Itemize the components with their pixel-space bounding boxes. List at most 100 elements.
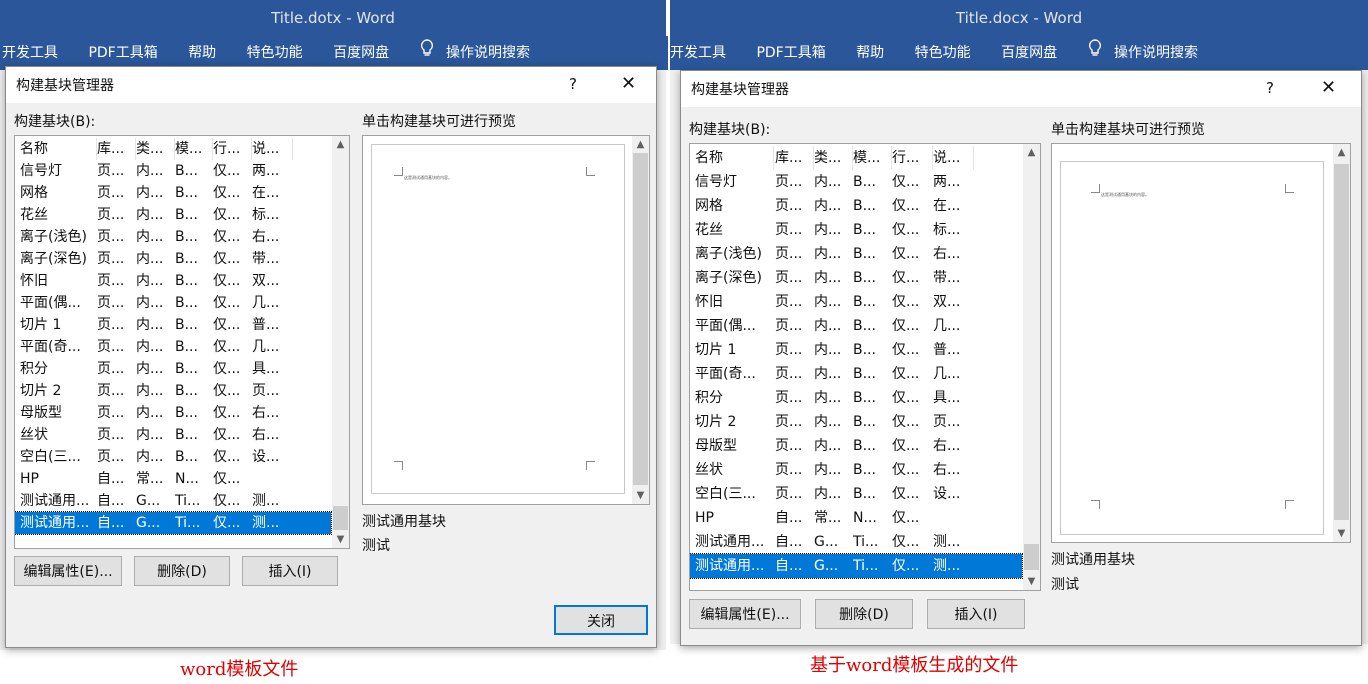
scroll-up-icon[interactable]: ▲ xyxy=(1023,144,1040,161)
help-button[interactable]: ? xyxy=(569,75,577,93)
list-item[interactable]: 信号灯 页... 内... B... 仅... 两... xyxy=(15,160,331,182)
list-scrollbar[interactable]: ▲ ▼ xyxy=(332,136,349,548)
list-item[interactable]: 怀旧 页... 内... B... 仅... 双... xyxy=(690,290,1022,314)
list-item[interactable]: 母版型 页... 内... B... 仅... 右... xyxy=(690,434,1022,458)
list-item[interactable]: 怀旧 页... 内... B... 仅... 双... xyxy=(15,270,331,292)
list-item[interactable]: 切片 1 页... 内... B... 仅... 普... xyxy=(15,314,331,336)
list-cell: 内... xyxy=(814,414,842,430)
list-item[interactable]: 平面(奇... 页... 内... B... 仅... 几... xyxy=(690,362,1022,386)
list-cell: 具... xyxy=(252,361,280,377)
preview-scroll-down-icon[interactable]: ▼ xyxy=(632,487,649,504)
list-cell: B... xyxy=(853,414,876,430)
list-scrollbar[interactable]: ▲ ▼ xyxy=(1023,144,1040,590)
ribbon-tab-pdf-tools[interactable]: PDF工具箱 xyxy=(88,36,157,70)
preview-box: 这是测试通用基块的内容。 ▲ ▼ xyxy=(362,135,650,505)
help-button[interactable]: ? xyxy=(1266,79,1274,97)
list-item[interactable]: 离子(浅色) 页... 内... B... 仅... 右... xyxy=(690,242,1022,266)
list-item[interactable]: 离子(深色) 页... 内... B... 仅... 带... xyxy=(15,248,331,270)
scroll-up-icon[interactable]: ▲ xyxy=(332,136,349,153)
list-item[interactable]: 平面(奇... 页... 内... B... 仅... 几... xyxy=(15,336,331,358)
dialog-header: 构建基块管理器 ? ✕ xyxy=(681,71,1361,107)
column-header[interactable]: 模... xyxy=(175,138,213,160)
preview-scrollbar[interactable]: ▲ ▼ xyxy=(632,136,649,504)
crop-mark-top-right xyxy=(1285,184,1294,193)
column-header[interactable]: 库... xyxy=(97,138,136,160)
ribbon-tell-me-search[interactable]: 操作说明搜索 xyxy=(446,45,530,61)
list-cell: 页... xyxy=(775,246,803,262)
preview-scroll-down-icon[interactable]: ▼ xyxy=(1333,525,1350,542)
list-item[interactable]: 积分 页... 内... B... 仅... 具... xyxy=(15,358,331,380)
column-header[interactable]: 模... xyxy=(853,146,892,170)
edit-properties-button[interactable]: 编辑属性(E)... xyxy=(14,556,122,586)
delete-button[interactable]: 删除(D) xyxy=(134,556,230,586)
ribbon-tab-help[interactable]: 帮助 xyxy=(188,36,216,70)
scroll-thumb[interactable] xyxy=(1024,544,1039,570)
column-header[interactable]: 名称 xyxy=(20,138,97,160)
preview-scrollbar[interactable]: ▲ ▼ xyxy=(1333,144,1350,542)
column-header[interactable]: 说... xyxy=(933,146,974,170)
column-header[interactable]: 行... xyxy=(892,146,933,170)
list-item[interactable]: 测试通用... 自... G... Ti... 仅... 测... xyxy=(690,530,1022,554)
edit-properties-button[interactable]: 编辑属性(E)... xyxy=(689,599,801,629)
building-blocks-list[interactable]: 名称 库... 类... 模... 行... 说... 信号灯 页... 内... B... 仅..… xyxy=(14,135,350,549)
list-item[interactable]: 母版型 页... 内... B... 仅... 右... xyxy=(15,402,331,424)
ribbon-tab-baidu-pan[interactable]: 百度网盘 xyxy=(1001,36,1057,70)
ribbon-tab-features[interactable]: 特色功能 xyxy=(247,36,303,70)
close-icon[interactable]: ✕ xyxy=(1321,77,1336,98)
list-cell: 页... xyxy=(97,185,125,201)
scroll-thumb[interactable] xyxy=(333,506,348,530)
column-header[interactable]: 类... xyxy=(814,146,853,170)
list-cell: B... xyxy=(175,317,198,333)
list-item[interactable]: 离子(浅色) 页... 内... B... 仅... 右... xyxy=(15,226,331,248)
column-header[interactable]: 名称 xyxy=(695,146,774,170)
ribbon-tab-developer[interactable]: 开发工具 xyxy=(670,36,726,70)
list-item[interactable]: HP 自... 常... N... 仅... xyxy=(15,468,331,490)
column-header[interactable]: 说... xyxy=(252,138,293,160)
list-item[interactable]: 测试通用... 自... G... Ti... 仅... 测... xyxy=(15,511,332,535)
preview-scroll-thumb[interactable] xyxy=(633,153,648,485)
preview-scroll-up-icon[interactable]: ▲ xyxy=(632,136,649,153)
column-header[interactable]: 库... xyxy=(775,146,814,170)
list-item[interactable]: 信号灯 页... 内... B... 仅... 两... xyxy=(690,170,1022,194)
column-header[interactable]: 行... xyxy=(213,138,252,160)
list-item[interactable]: 积分 页... 内... B... 仅... 具... xyxy=(690,386,1022,410)
list-item[interactable]: 切片 2 页... 内... B... 仅... 页... xyxy=(15,380,331,402)
ribbon-tab-features[interactable]: 特色功能 xyxy=(915,36,971,70)
list-item[interactable]: 切片 1 页... 内... B... 仅... 普... xyxy=(690,338,1022,362)
list-item[interactable]: 离子(深色) 页... 内... B... 仅... 带... xyxy=(690,266,1022,290)
insert-button[interactable]: 插入(I) xyxy=(242,556,338,586)
building-blocks-list[interactable]: 名称 库... 类... 模... 行... 说... 信号灯 页... 内... B... 仅..… xyxy=(689,143,1041,591)
scroll-down-icon[interactable]: ▼ xyxy=(1023,573,1040,590)
preview-scroll-thumb[interactable] xyxy=(1334,164,1349,520)
list-item[interactable]: 网格 页... 内... B... 仅... 在... xyxy=(15,182,331,204)
close-icon[interactable]: ✕ xyxy=(621,73,636,94)
list-item[interactable]: 测试通用... 自... G... Ti... 仅... 测... xyxy=(690,553,1023,579)
list-item[interactable]: 测试通用... 自... G... Ti... 仅... 测... xyxy=(15,490,331,512)
list-item[interactable]: HP 自... 常... N... 仅... xyxy=(690,506,1022,530)
ribbon-tab-developer[interactable]: 开发工具 xyxy=(2,36,58,70)
ribbon-tell-me-search[interactable]: 操作说明搜索 xyxy=(1114,45,1198,61)
list-item[interactable]: 花丝 页... 内... B... 仅... 标... xyxy=(15,204,331,226)
list-item[interactable]: 花丝 页... 内... B... 仅... 标... xyxy=(690,218,1022,242)
list-item[interactable]: 丝状 页... 内... B... 仅... 右... xyxy=(690,458,1022,482)
ribbon-tab-baidu-pan[interactable]: 百度网盘 xyxy=(333,36,389,70)
preview-scroll-up-icon[interactable]: ▲ xyxy=(1333,144,1350,161)
list-cell: 普... xyxy=(933,342,961,358)
scroll-down-icon[interactable]: ▼ xyxy=(332,531,349,548)
list-cell: 内... xyxy=(136,163,164,179)
delete-button[interactable]: 删除(D) xyxy=(815,599,913,629)
list-item[interactable]: 网格 页... 内... B... 仅... 在... xyxy=(690,194,1022,218)
list-item[interactable]: 平面(偶... 页... 内... B... 仅... 几... xyxy=(690,314,1022,338)
column-header[interactable]: 类... xyxy=(136,138,175,160)
list-item[interactable]: 切片 2 页... 内... B... 仅... 页... xyxy=(690,410,1022,434)
ribbon-tab-help[interactable]: 帮助 xyxy=(856,36,884,70)
list-cell: B... xyxy=(853,438,876,454)
insert-button[interactable]: 插入(I) xyxy=(927,599,1025,629)
ribbon-tab-pdf-tools[interactable]: PDF工具箱 xyxy=(756,36,825,70)
list-item[interactable]: 空白(三... 页... 内... B... 仅... 设... xyxy=(15,446,331,468)
list-item[interactable]: 平面(偶... 页... 内... B... 仅... 几... xyxy=(15,292,331,314)
list-cell: 在... xyxy=(933,198,961,214)
list-item[interactable]: 空白(三... 页... 内... B... 仅... 设... xyxy=(690,482,1022,506)
close-button[interactable]: 关闭 xyxy=(554,605,648,635)
list-item[interactable]: 丝状 页... 内... B... 仅... 右... xyxy=(15,424,331,446)
